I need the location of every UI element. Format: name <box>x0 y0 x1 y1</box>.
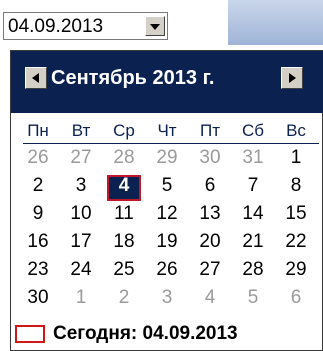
day-cell[interactable]: 28 <box>107 147 141 173</box>
day-cell[interactable]: 7 <box>236 175 270 201</box>
day-cell[interactable]: 31 <box>236 147 270 173</box>
prev-month-button[interactable] <box>25 67 47 89</box>
day-cell-selected[interactable]: 4 <box>107 175 141 201</box>
day-cell[interactable]: 5 <box>150 175 184 201</box>
weekday-label: Вс <box>286 121 306 140</box>
day-cell[interactable]: 29 <box>150 147 184 173</box>
weekday-label: Сб <box>241 121 264 140</box>
today-marker <box>15 325 45 343</box>
day-cell[interactable]: 23 <box>21 259 55 285</box>
day-cell[interactable]: 20 <box>193 231 227 257</box>
day-cell[interactable]: 28 <box>236 259 270 285</box>
day-cell[interactable]: 10 <box>64 203 98 229</box>
day-cell[interactable]: 29 <box>279 259 313 285</box>
day-cell[interactable]: 12 <box>150 203 184 229</box>
day-cell[interactable]: 15 <box>279 203 313 229</box>
date-combobox[interactable]: 04.09.2013 <box>3 12 168 40</box>
day-cell[interactable]: 21 <box>236 231 270 257</box>
next-month-button[interactable] <box>281 67 303 89</box>
window-background <box>228 0 323 45</box>
day-cell[interactable]: 11 <box>107 203 141 229</box>
day-cell[interactable]: 26 <box>150 259 184 285</box>
arrow-right-icon <box>289 73 296 83</box>
date-combobox-value: 04.09.2013 <box>8 16 104 37</box>
day-cell[interactable]: 9 <box>21 203 55 229</box>
month-title[interactable]: Сентябрь 2013 г. <box>51 67 277 90</box>
day-cell[interactable]: 22 <box>279 231 313 257</box>
day-cell[interactable]: 25 <box>107 259 141 285</box>
day-cell[interactable]: 8 <box>279 175 313 201</box>
day-cell[interactable]: 2 <box>21 175 55 201</box>
day-cell[interactable]: 27 <box>193 259 227 285</box>
weekday-divider <box>23 143 319 144</box>
calendar-header: Сентябрь 2013 г. <box>11 51 323 113</box>
day-cell[interactable]: 19 <box>150 231 184 257</box>
weekday-label: Ср <box>113 121 135 140</box>
day-cell[interactable]: 24 <box>64 259 98 285</box>
today-label: Сегодня: 04.09.2013 <box>53 323 238 344</box>
day-cell[interactable]: 30 <box>193 147 227 173</box>
day-cell[interactable]: 4 <box>193 287 227 313</box>
weekday-header-row: Пн Вт Ср Чт Пт Сб Вс <box>21 121 321 145</box>
day-cell[interactable]: 6 <box>193 175 227 201</box>
today-footer[interactable]: Сегодня: 04.09.2013 <box>11 319 323 349</box>
day-cell[interactable]: 14 <box>236 203 270 229</box>
day-cell[interactable]: 27 <box>64 147 98 173</box>
day-cell[interactable]: 26 <box>21 147 55 173</box>
day-cell[interactable]: 3 <box>64 175 98 201</box>
weekday-label: Чт <box>157 121 177 140</box>
day-cell[interactable]: 2 <box>107 287 141 313</box>
day-cell[interactable]: 13 <box>193 203 227 229</box>
day-cell[interactable]: 6 <box>279 287 313 313</box>
calendar-popup: Сентябрь 2013 г. Пн Вт Ср Чт Пт Сб Вс 26 27 28 29… <box>10 50 323 351</box>
weekday-label: Пт <box>199 121 220 140</box>
day-cell[interactable]: 1 <box>279 147 313 173</box>
day-cell[interactable]: 16 <box>21 231 55 257</box>
weekday-label: Вт <box>71 121 91 140</box>
arrow-left-icon <box>32 73 39 83</box>
day-cell[interactable]: 5 <box>236 287 270 313</box>
day-cell[interactable]: 17 <box>64 231 98 257</box>
day-cell[interactable]: 18 <box>107 231 141 257</box>
dropdown-button[interactable] <box>145 16 165 36</box>
chevron-down-icon <box>150 24 160 30</box>
day-cell[interactable]: 1 <box>64 287 98 313</box>
day-cell[interactable]: 3 <box>150 287 184 313</box>
weekday-label: Пн <box>27 121 49 140</box>
day-cell[interactable]: 30 <box>21 287 55 313</box>
